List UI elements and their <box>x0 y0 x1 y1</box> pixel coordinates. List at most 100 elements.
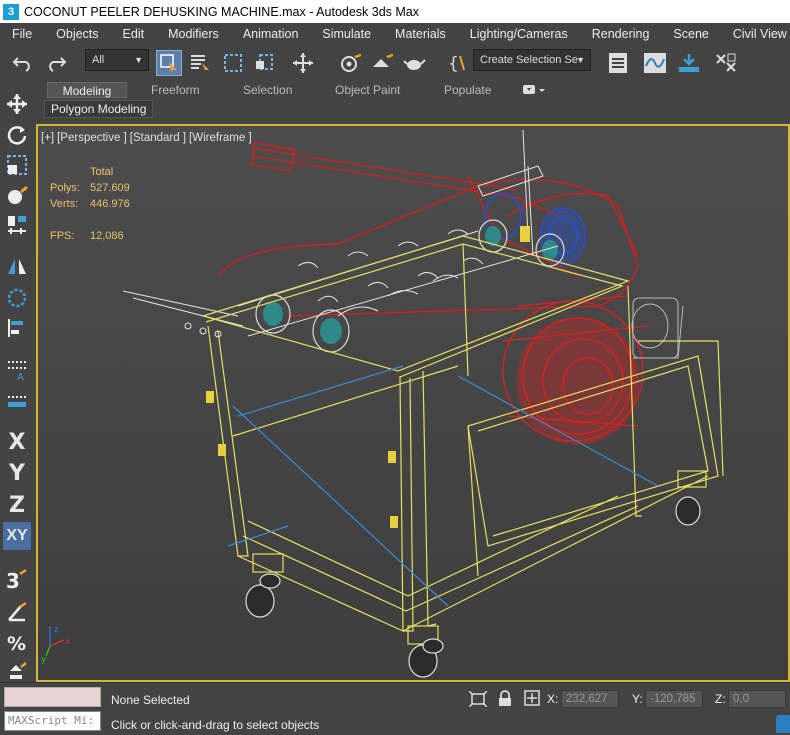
axis-z-button[interactable]: Z <box>3 491 31 519</box>
y-coord-field[interactable]: -120,785 <box>645 690 703 708</box>
menu-civil-view[interactable]: Civil View <box>721 27 790 41</box>
menu-simulate[interactable]: Simulate <box>310 27 383 41</box>
maxscript-listener-output[interactable] <box>4 687 101 707</box>
selection-set-placeholder: Create Selection Se <box>480 54 578 66</box>
menu-materials[interactable]: Materials <box>383 27 458 41</box>
material-editor-icon[interactable] <box>713 50 739 76</box>
selection-filter-value: All <box>92 54 105 66</box>
snap-circle-icon[interactable] <box>3 284 31 312</box>
render-teapot-icon[interactable] <box>402 50 428 76</box>
tab-modeling[interactable]: Modeling <box>47 82 127 98</box>
menu-objects[interactable]: Objects <box>44 27 110 41</box>
menu-rendering[interactable]: Rendering <box>580 27 662 41</box>
menu-scene[interactable]: Scene <box>661 27 720 41</box>
y-coord-label: Y: <box>632 692 643 706</box>
menu-lighting-cameras[interactable]: Lighting/Cameras <box>458 27 580 41</box>
menu-bar: File Objects Edit Modifiers Animation Si… <box>0 23 790 44</box>
tab-polygon-modeling[interactable]: Polygon Modeling <box>44 100 154 118</box>
rotate-tool-icon[interactable] <box>3 121 31 149</box>
tab-selection[interactable]: Selection <box>243 82 292 98</box>
ribbon-options-icon[interactable] <box>523 84 545 100</box>
viewport-wireframe-label[interactable]: [Wireframe ] <box>189 132 252 144</box>
move-tool-icon[interactable] <box>3 90 31 118</box>
x-coord-label: X: <box>547 692 559 706</box>
perspective-viewport[interactable]: z x y [+] [Perspective ] [Standard ] [Wiref… <box>36 124 790 682</box>
menu-file[interactable]: File <box>0 27 44 41</box>
viewport-label: [+] [Perspective ] [Standard ] [Wireframe ] <box>41 132 255 144</box>
measure-tool-icon[interactable] <box>3 386 31 414</box>
layer-explorer-icon[interactable] <box>605 50 631 76</box>
fps-label: FPS: <box>50 230 75 242</box>
stats-header: Total <box>90 166 114 178</box>
curly-braces-icon[interactable]: { <box>444 50 470 76</box>
selection-filter-dropdown[interactable]: All ▼ <box>85 49 149 71</box>
viewport-menu-plus[interactable]: [+] <box>41 132 54 144</box>
undo-icon[interactable] <box>10 50 36 76</box>
z-coord-field[interactable]: 0,0 <box>728 690 786 708</box>
left-toolbar: A X Y Z XY 3 % <box>0 88 36 682</box>
align-list-icon[interactable] <box>3 314 31 342</box>
align-tool-icon[interactable] <box>3 211 31 239</box>
selection-lock-icon[interactable] <box>498 690 512 707</box>
selection-set-dropdown[interactable]: Create Selection Se ▼ <box>473 49 591 71</box>
selection-status: None Selected <box>111 693 190 707</box>
menu-animation[interactable]: Animation <box>231 27 311 41</box>
axis-x-button[interactable]: X <box>3 428 31 456</box>
menu-edit[interactable]: Edit <box>111 27 157 41</box>
snaps-toggle-icon[interactable]: 3 <box>3 566 31 594</box>
wireframe-model: z x y <box>38 126 788 680</box>
fps-value: 12,086 <box>90 230 124 242</box>
schematic-view-icon[interactable] <box>676 50 702 76</box>
z-coord-label: Z: <box>715 692 726 706</box>
main-toolbar: All ▼ { Create Selection Se ▼ <box>0 44 790 82</box>
redo-icon[interactable] <box>43 50 69 76</box>
polys-value: 527.609 <box>90 182 130 194</box>
svg-text:3: 3 <box>6 569 20 592</box>
angle-snap-icon[interactable] <box>3 598 31 626</box>
window-title: COCONUT PEELER DEHUSKING MACHINE.max - A… <box>24 4 420 19</box>
axis-xy-button[interactable]: XY <box>3 522 31 550</box>
window-crossing-icon[interactable] <box>252 50 278 76</box>
tab-populate[interactable]: Populate <box>444 82 491 98</box>
render-setup-icon[interactable] <box>338 50 364 76</box>
autodesk-assistant-icon[interactable] <box>776 715 790 733</box>
select-by-name-icon[interactable] <box>187 50 213 76</box>
title-bar: 3 COCONUT PEELER DEHUSKING MACHINE.max -… <box>0 0 790 23</box>
percent-snap-icon[interactable]: % <box>3 628 31 656</box>
ribbon: Modeling Freeform Selection Object Paint… <box>0 81 790 99</box>
rectangular-selection-icon[interactable] <box>220 50 246 76</box>
status-bar: MAXScript Mi: None Selected Click or cli… <box>0 682 790 735</box>
scale-tool-icon[interactable] <box>3 151 31 179</box>
maxscript-mini-listener[interactable]: MAXScript Mi: <box>4 711 101 731</box>
chevron-down-icon: ▼ <box>134 55 143 65</box>
verts-label: Verts: <box>50 198 79 210</box>
svg-text:{: { <box>448 54 459 74</box>
move-icon[interactable] <box>290 50 316 76</box>
tab-object-paint[interactable]: Object Paint <box>335 82 400 98</box>
spacing-tool-icon[interactable]: A <box>3 356 31 384</box>
viewport-shading-standard[interactable]: [Standard ] <box>130 132 186 144</box>
render-frame-icon[interactable] <box>370 50 396 76</box>
svg-text:A: A <box>17 372 24 381</box>
menu-modifiers[interactable]: Modifiers <box>156 27 231 41</box>
viewport-perspective-label[interactable]: [Perspective ] <box>57 132 127 144</box>
absolute-transform-icon[interactable] <box>524 690 540 706</box>
x-coord-field[interactable]: 232,627 <box>561 690 619 708</box>
axis-y-button[interactable]: Y <box>3 459 31 487</box>
app-logo-icon: 3 <box>3 3 19 20</box>
axis-y-label: y <box>41 655 47 665</box>
verts-value: 446.976 <box>90 198 130 210</box>
isolate-selection-icon[interactable] <box>469 691 487 707</box>
curve-editor-icon[interactable] <box>642 50 668 76</box>
axis-x-label: x <box>65 637 71 647</box>
select-object-button[interactable] <box>156 50 182 76</box>
polys-label: Polys: <box>50 182 80 194</box>
chevron-down-icon: ▼ <box>576 55 585 65</box>
svg-text:%: % <box>7 633 26 653</box>
mirror-tool-icon[interactable] <box>3 253 31 281</box>
tab-freeform[interactable]: Freeform <box>151 82 200 98</box>
prompt-line: Click or click-and-drag to select object… <box>111 718 320 732</box>
statistics-overlay: Total Polys: 527.609 Verts: 446.976 FPS: 12… <box>50 164 150 244</box>
axis-z-label: z <box>54 625 59 635</box>
place-tool-icon[interactable] <box>3 182 31 210</box>
